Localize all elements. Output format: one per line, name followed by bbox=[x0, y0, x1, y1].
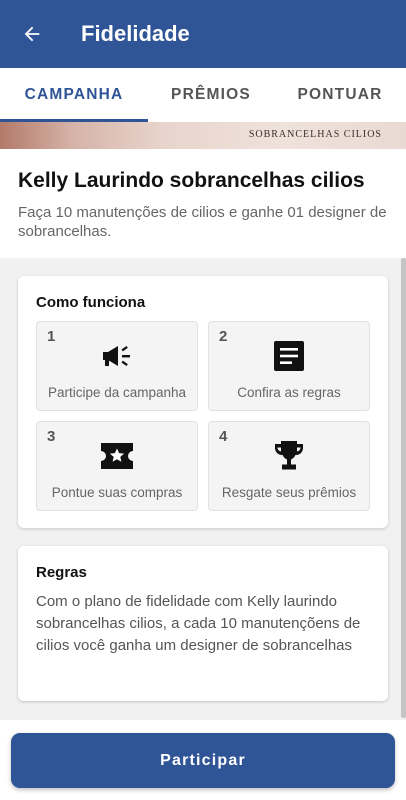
app-bar: Fidelidade bbox=[0, 0, 406, 68]
campaign-description: Faça 10 manutenções de cilios e ganhe 01… bbox=[18, 204, 387, 240]
step-label: Confira as regras bbox=[237, 385, 341, 400]
tab-campanha[interactable]: CAMPANHA bbox=[0, 68, 148, 122]
campaign-banner: SOBRANCELHAS CILIOS bbox=[0, 122, 406, 149]
step-label: Resgate seus prêmios bbox=[221, 485, 357, 500]
trophy-icon bbox=[273, 440, 305, 472]
arrow-back-icon bbox=[24, 26, 40, 42]
step-number: 2 bbox=[219, 328, 228, 345]
step-number: 1 bbox=[47, 328, 56, 345]
ticket-star-icon bbox=[101, 440, 133, 472]
step-card: 1 Participe da campanha bbox=[36, 321, 198, 411]
campaign-title: Kelly Laurindo sobrancelhas cilios bbox=[18, 169, 365, 192]
step-label: Participe da campanha bbox=[47, 385, 187, 400]
page-title: Fidelidade bbox=[81, 21, 190, 46]
step-number: 4 bbox=[219, 428, 228, 445]
step-label: Pontue suas compras bbox=[51, 485, 183, 500]
document-icon bbox=[273, 340, 305, 372]
scrollbar[interactable] bbox=[401, 258, 406, 718]
step-card: 4 Resgate seus prêmios bbox=[208, 421, 370, 511]
how-it-works-card: Como funciona 1 Participe da campanha 2 bbox=[18, 276, 388, 528]
back-button[interactable] bbox=[18, 20, 46, 48]
step-card: 2 Confira as regras bbox=[208, 321, 370, 411]
rules-text: Com o plano de fidelidade com Kelly laur… bbox=[36, 593, 361, 654]
tab-pontuar[interactable]: PONTUAR bbox=[274, 68, 406, 122]
tab-premios[interactable]: PRÊMIOS bbox=[148, 68, 274, 122]
megaphone-icon bbox=[101, 340, 133, 372]
banner-text: SOBRANCELHAS CILIOS bbox=[248, 129, 382, 140]
participate-button[interactable]: Participar bbox=[11, 733, 395, 788]
content-scroll[interactable]: Como funciona 1 Participe da campanha 2 bbox=[0, 258, 406, 720]
tab-bar: CAMPANHA PRÊMIOS PONTUAR bbox=[0, 68, 406, 122]
rules-card: Regras Com o plano de fidelidade com Kel… bbox=[18, 546, 388, 701]
rules-title: Regras bbox=[36, 564, 87, 581]
footer: Participar bbox=[0, 720, 406, 800]
step-number: 3 bbox=[47, 428, 56, 445]
campaign-header: Kelly Laurindo sobrancelhas cilios Faça … bbox=[0, 149, 406, 258]
step-card: 3 Pontue suas compras bbox=[36, 421, 198, 511]
how-it-works-title: Como funciona bbox=[36, 294, 146, 311]
